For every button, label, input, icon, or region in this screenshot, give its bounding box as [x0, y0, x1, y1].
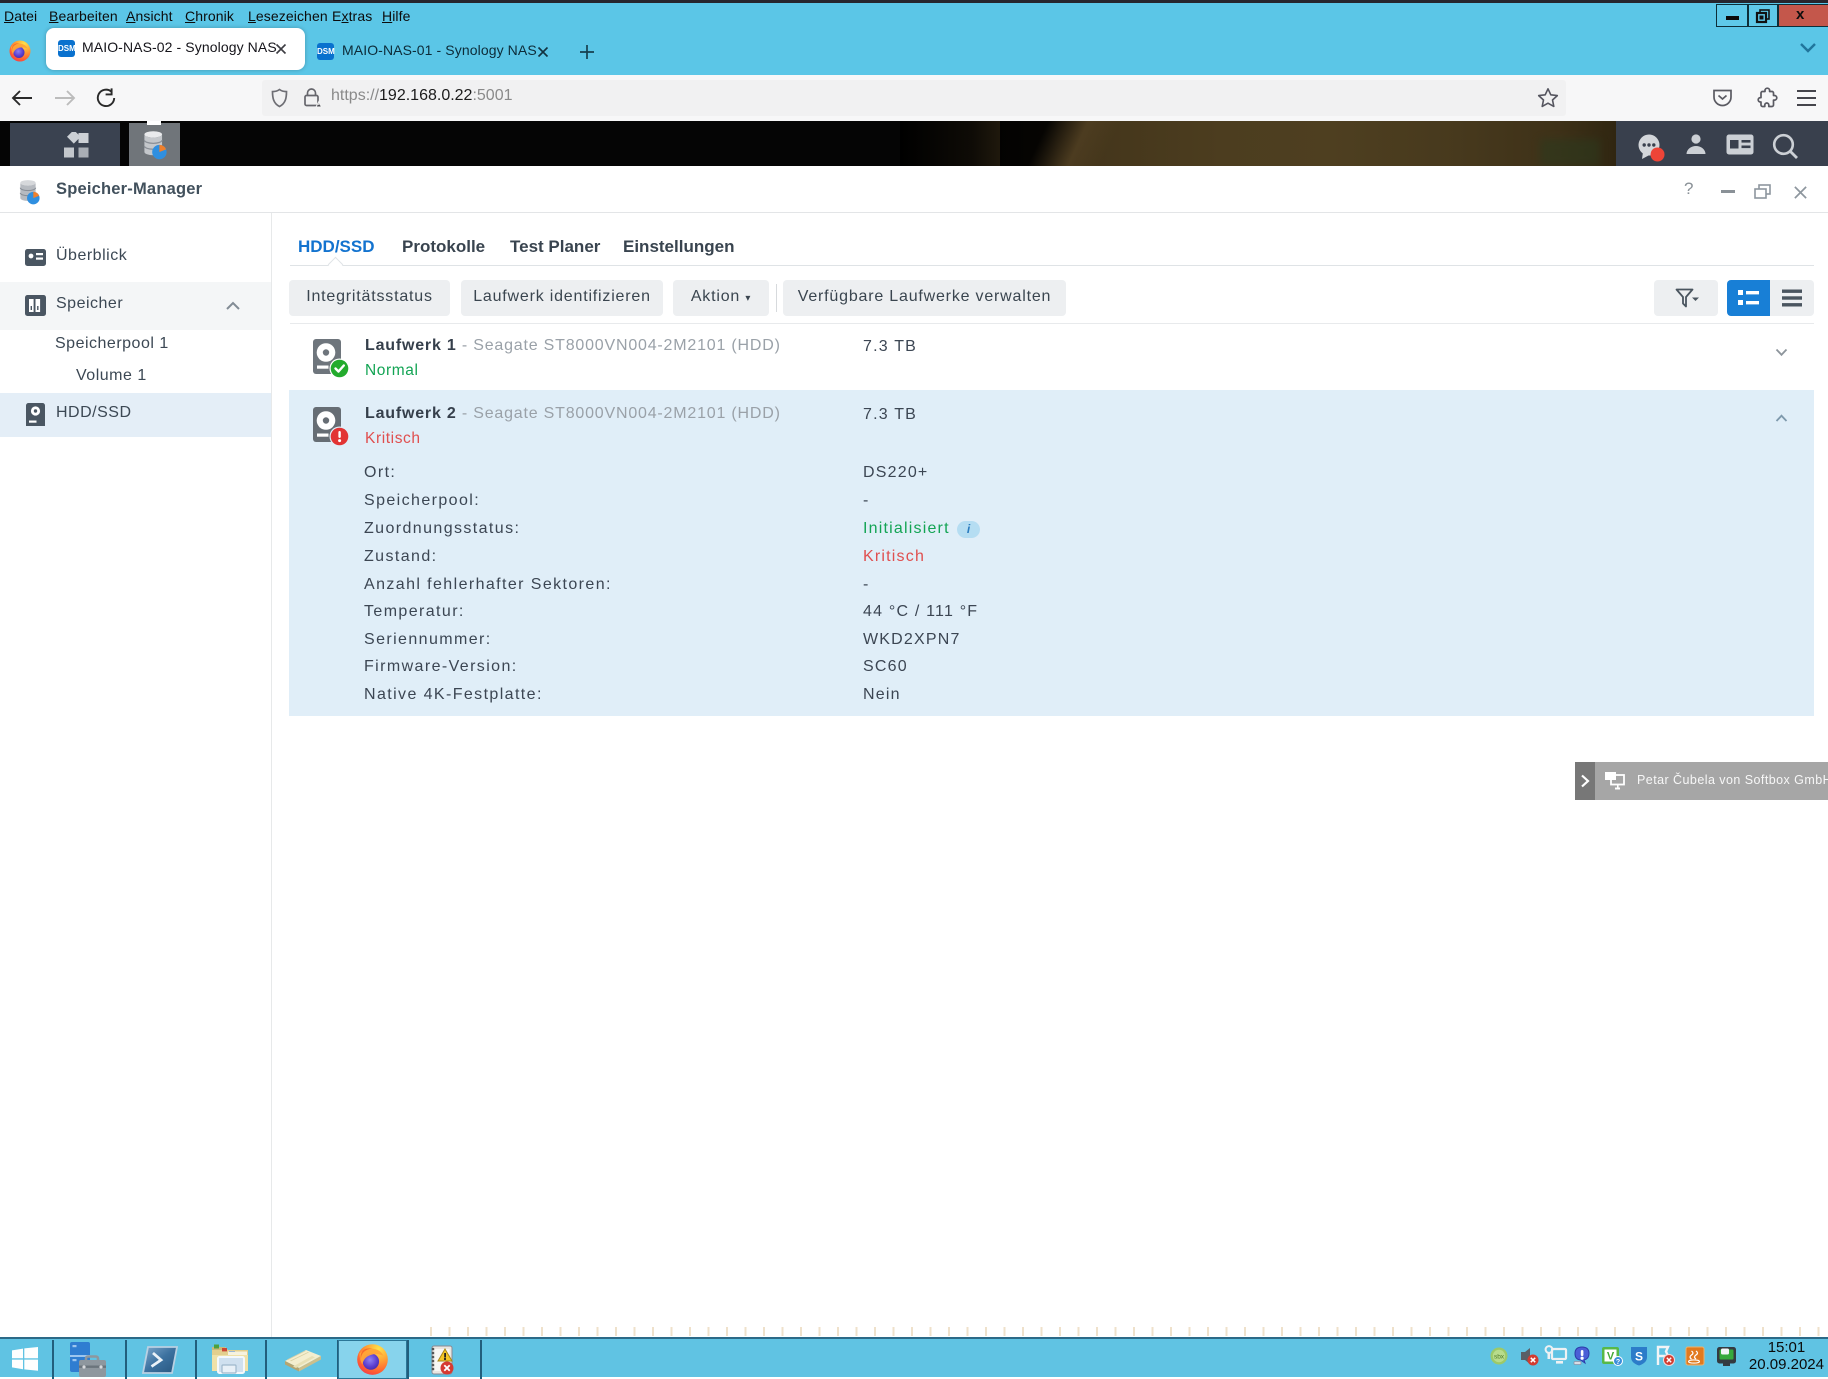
svg-text:?: ?: [1616, 1359, 1620, 1366]
svg-text:sbx: sbx: [1494, 1354, 1505, 1361]
svg-text:S: S: [1635, 1350, 1643, 1364]
